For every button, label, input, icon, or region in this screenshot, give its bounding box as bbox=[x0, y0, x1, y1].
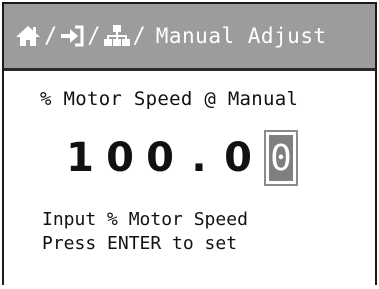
breadcrumb-separator: / bbox=[132, 23, 146, 49]
value-digit[interactable]: 0 bbox=[100, 130, 140, 186]
login-arrow-icon[interactable] bbox=[59, 24, 85, 48]
cursor-digit[interactable]: 0 bbox=[264, 130, 298, 186]
value-digit[interactable]: 1 bbox=[60, 130, 100, 186]
cursor-digit-value: 0 bbox=[269, 135, 293, 181]
header-bar: / / / Manual Adjust bbox=[4, 4, 375, 71]
page-title: Manual Adjust bbox=[155, 24, 327, 48]
help-line-1: Input % Motor Speed bbox=[42, 209, 248, 230]
value-editor[interactable]: 1 0 0 . 0 0 bbox=[60, 130, 298, 186]
network-icon[interactable] bbox=[103, 24, 131, 48]
help-text: Input % Motor Speed Press ENTER to set bbox=[42, 208, 248, 256]
decimal-point: . bbox=[191, 135, 207, 181]
breadcrumb-separator: / bbox=[44, 23, 58, 49]
breadcrumb: / / / bbox=[14, 24, 148, 49]
parameter-label: % Motor Speed @ Manual bbox=[40, 88, 299, 110]
home-icon[interactable] bbox=[14, 24, 42, 48]
device-screen: / / / Manual Adjust % Motor Speed @ Manu… bbox=[2, 2, 377, 285]
help-line-2: Press ENTER to set bbox=[42, 233, 238, 254]
value-digit[interactable]: 0 bbox=[140, 130, 180, 186]
breadcrumb-separator: / bbox=[87, 23, 101, 49]
value-digit[interactable]: 0 bbox=[218, 130, 258, 186]
